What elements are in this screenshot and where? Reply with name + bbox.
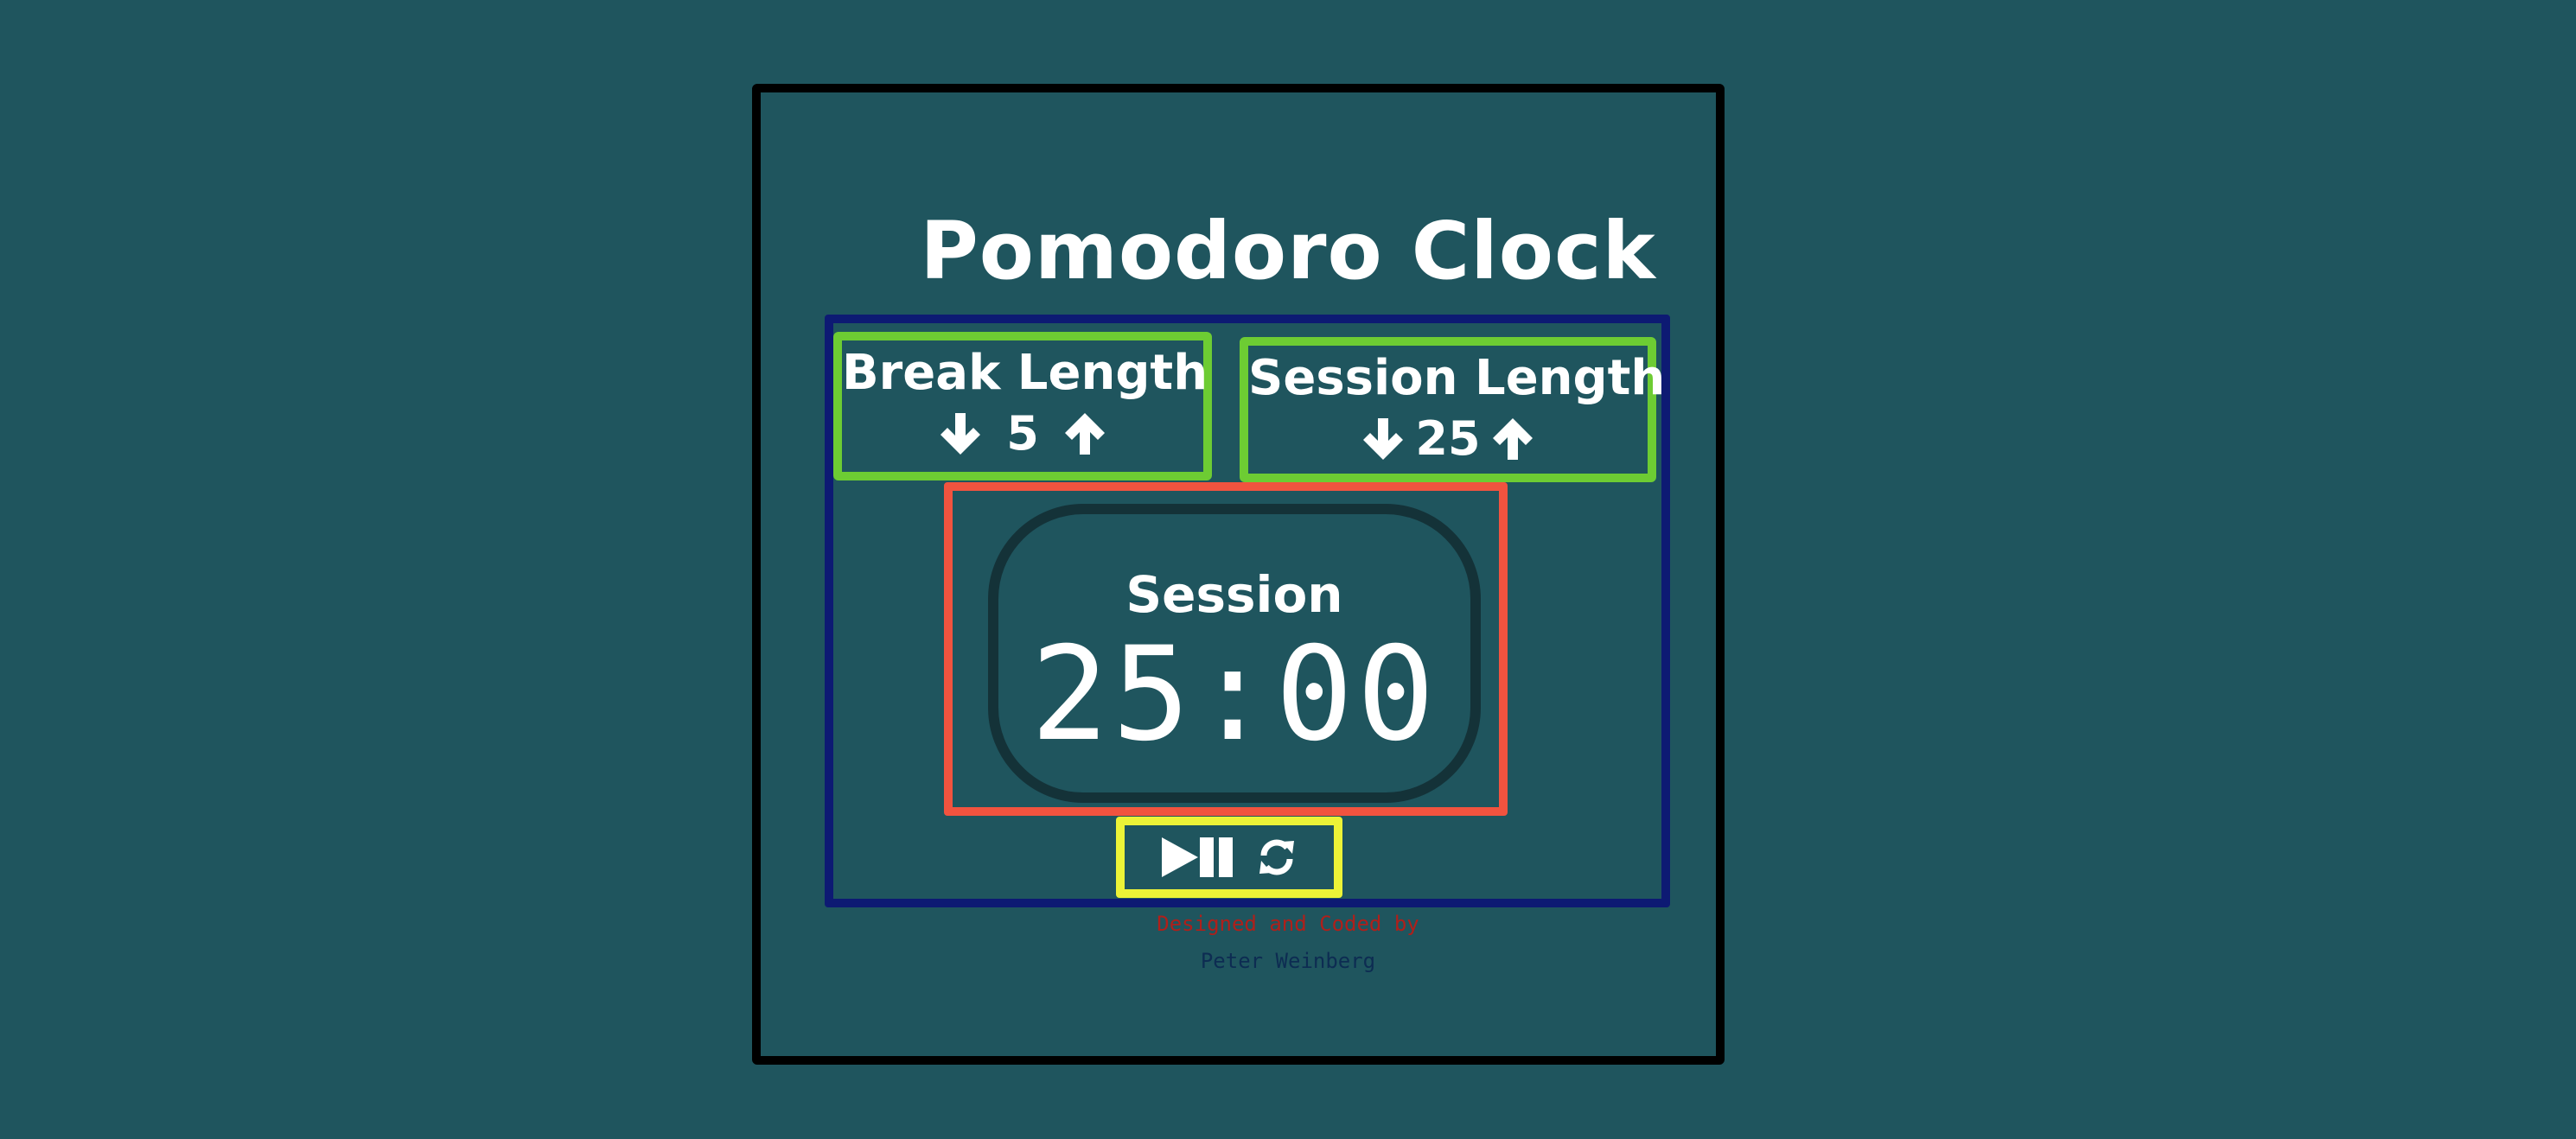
timer-label: Session: [1125, 565, 1343, 624]
arrow-up-icon[interactable]: [1062, 410, 1108, 458]
session-length-controls: 25: [1248, 413, 1648, 465]
timer-display-frame: Session 25:00: [988, 504, 1481, 803]
credit-line: Designed and Coded by: [1157, 912, 1419, 936]
session-length-value: 25: [1415, 411, 1481, 466]
break-length-label: Break Length: [842, 345, 1208, 401]
break-length-panel: Break Length 5: [833, 332, 1212, 480]
refresh-icon[interactable]: [1255, 836, 1298, 879]
time-left: 25:00: [1030, 620, 1438, 770]
break-length-controls: 5: [842, 408, 1203, 460]
break-length-value: 5: [1006, 406, 1039, 461]
page-title: Pomodoro Clock: [920, 205, 1656, 297]
session-length-label: Session Length: [1248, 350, 1666, 406]
session-length-panel: Session Length 25: [1240, 337, 1666, 482]
play-pause-icon[interactable]: [1160, 836, 1240, 879]
timer-controls: [1116, 817, 1342, 898]
author-name: Peter Weinberg: [1200, 949, 1376, 973]
arrow-up-icon[interactable]: [1489, 415, 1536, 463]
arrow-down-icon[interactable]: [1360, 415, 1406, 463]
arrow-down-icon[interactable]: [937, 410, 984, 458]
